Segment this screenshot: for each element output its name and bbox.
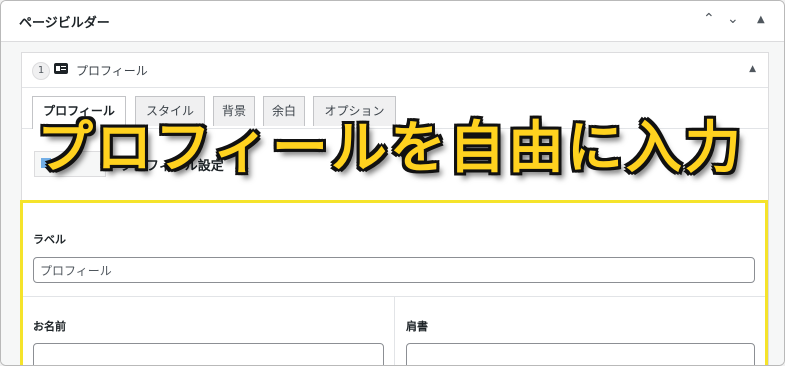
item-collapse-icon[interactable]: ▲ bbox=[749, 64, 756, 74]
label-field-label: ラベル bbox=[33, 233, 66, 246]
item-number-badge: 1 bbox=[32, 62, 50, 80]
column-divider bbox=[394, 297, 395, 365]
page-builder-panel: ページビルダー ⌃ ⌄ ▲ 1 プロフィール ▲ プロフィール スタイル 背景 … bbox=[0, 0, 785, 366]
move-down-icon[interactable]: ⌄ bbox=[727, 11, 739, 27]
id-card-icon bbox=[54, 63, 68, 74]
builder-item: 1 プロフィール ▲ プロフィール スタイル 背景 余白 オプション プロフィー… bbox=[20, 52, 769, 365]
move-up-icon[interactable]: ⌃ bbox=[703, 11, 715, 27]
name-field-label: お名前 bbox=[33, 320, 66, 333]
builder-item-header[interactable]: 1 プロフィール ▲ bbox=[22, 53, 768, 88]
job-title-input[interactable] bbox=[406, 343, 755, 365]
item-title: プロフィール bbox=[76, 64, 148, 78]
postbox-header: ページビルダー ⌃ ⌄ ▲ bbox=[1, 1, 784, 42]
job-title-field-label: 肩書 bbox=[406, 320, 428, 333]
name-input[interactable] bbox=[33, 343, 384, 365]
postbox-inside: 1 プロフィール ▲ プロフィール スタイル 背景 余白 オプション プロフィー… bbox=[1, 42, 784, 365]
label-input[interactable] bbox=[33, 257, 755, 283]
collapse-toggle-icon[interactable]: ▲ bbox=[757, 14, 765, 25]
profile-fields-highlight: ラベル お名前 肩書 bbox=[20, 200, 768, 365]
promo-banner-text: プロフィールを自由に入力 bbox=[37, 116, 744, 181]
postbox-title: ページビルダー bbox=[19, 16, 110, 31]
